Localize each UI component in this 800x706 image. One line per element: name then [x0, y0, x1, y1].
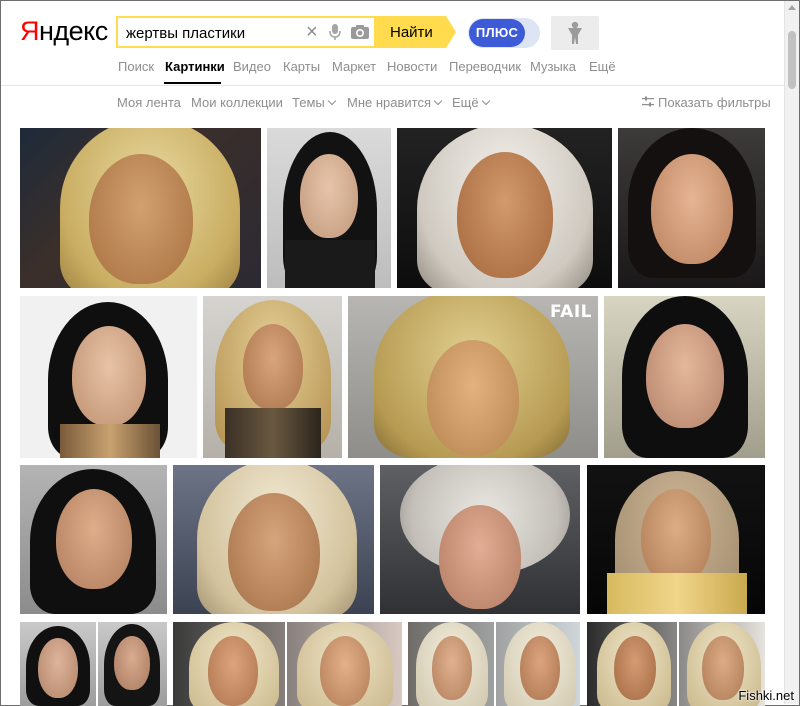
subnav-feed[interactable]: Моя лента	[117, 95, 181, 110]
filters-label: Показать фильтры	[658, 95, 771, 110]
subnav-more-label: Ещё	[452, 95, 479, 110]
service-images[interactable]: Картинки	[165, 59, 225, 74]
image-result[interactable]	[380, 465, 580, 614]
active-service-underline	[164, 82, 221, 84]
chevron-down-icon	[433, 96, 443, 106]
collage-divider	[494, 622, 496, 706]
scroll-thumb[interactable]	[788, 31, 796, 89]
service-translator[interactable]: Переводчик	[449, 59, 521, 74]
image-result[interactable]	[604, 296, 765, 458]
service-more[interactable]: Ещё	[589, 59, 616, 74]
filters-icon	[642, 96, 654, 107]
scrollbar[interactable]	[784, 1, 799, 704]
plus-label: ПЛЮС	[469, 19, 525, 47]
logo-initial: Я	[20, 16, 40, 46]
subnav-themes-label: Темы	[292, 95, 325, 110]
chevron-down-icon	[327, 96, 336, 106]
yandex-logo[interactable]: Яндекс	[20, 16, 108, 47]
image-result[interactable]	[20, 128, 261, 288]
image-result[interactable]	[173, 465, 374, 614]
image-result[interactable]	[397, 128, 612, 288]
logo-rest: ндекс	[39, 16, 108, 46]
image-result[interactable]	[618, 128, 765, 288]
service-search[interactable]: Поиск	[118, 59, 154, 74]
collage-divider	[285, 622, 287, 706]
service-video[interactable]: Видео	[233, 59, 271, 74]
image-result[interactable]	[20, 296, 197, 458]
image-result[interactable]	[267, 128, 391, 288]
service-news[interactable]: Новости	[387, 59, 437, 74]
subnav-more[interactable]: Ещё	[452, 95, 490, 110]
service-maps[interactable]: Карты	[283, 59, 320, 74]
image-result[interactable]	[203, 296, 342, 458]
subnav-themes[interactable]: Темы	[292, 95, 336, 110]
search-button[interactable]: Найти	[374, 16, 446, 48]
watermark: Fishki.net	[738, 688, 794, 703]
fail-caption: FAIL	[550, 302, 592, 322]
collage-divider	[96, 622, 98, 706]
chevron-down-icon	[481, 96, 490, 106]
image-result[interactable]	[173, 622, 402, 706]
scroll-up-arrow-icon[interactable]	[788, 5, 796, 10]
image-result[interactable]	[20, 622, 167, 706]
service-music[interactable]: Музыка	[530, 59, 576, 74]
user-icon	[568, 21, 582, 44]
subnav-likes[interactable]: Мне нравится	[347, 95, 443, 110]
subnav-collections[interactable]: Мои коллекции	[191, 95, 283, 110]
service-market[interactable]: Маркет	[332, 59, 376, 74]
camera-icon[interactable]	[350, 24, 370, 40]
subnav-likes-label: Мне нравится	[347, 95, 432, 110]
user-avatar[interactable]	[551, 16, 599, 50]
image-result[interactable]	[587, 465, 765, 614]
search-input[interactable]	[126, 23, 296, 43]
search-button-arrow	[446, 16, 456, 48]
image-result[interactable]	[20, 465, 167, 614]
image-result[interactable]	[408, 622, 580, 706]
search-box[interactable]: ×	[116, 16, 374, 48]
header-divider	[1, 85, 784, 86]
collage-divider	[677, 622, 679, 706]
clear-icon[interactable]: ×	[306, 22, 322, 42]
plus-toggle[interactable]: ПЛЮС	[468, 18, 540, 48]
image-result[interactable]: FAIL	[348, 296, 598, 458]
microphone-icon[interactable]	[328, 23, 342, 41]
